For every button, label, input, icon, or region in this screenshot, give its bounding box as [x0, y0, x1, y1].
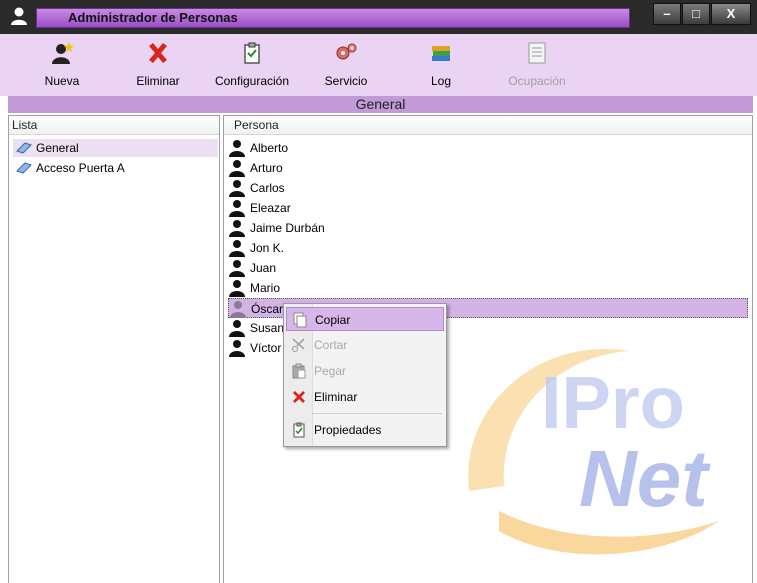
person-row-jaime-durban[interactable]: Jaime Durbán [228, 218, 748, 238]
person-icon [230, 301, 246, 318]
person-row-mario[interactable]: Mario [228, 278, 748, 298]
menu-item-pegar[interactable]: Pegar [286, 359, 444, 383]
person-name: Alberto [250, 141, 289, 155]
service-button[interactable]: Servicio [313, 34, 379, 96]
delete-button[interactable]: Eliminar [126, 34, 190, 96]
person-row-eleazar[interactable]: Eleazar [228, 198, 748, 218]
svg-text:IPro: IPro [541, 361, 685, 444]
person-name: Susan [250, 321, 285, 335]
title-bar: Administrador de Personas – □ X [0, 0, 757, 34]
person-icon [229, 280, 245, 297]
person-row-alberto[interactable]: Alberto [228, 138, 748, 158]
new-label: Nueva [44, 74, 80, 88]
toolbar: Nueva Eliminar Configuración Servicio Lo… [0, 34, 757, 96]
menu-item-eliminar[interactable]: Eliminar [286, 385, 444, 409]
person-row-carlos[interactable]: Carlos [228, 178, 748, 198]
occupancy-button[interactable]: Ocupación [500, 34, 574, 96]
menu-item-copiar[interactable]: Copiar [286, 307, 444, 331]
delete-x-icon [149, 43, 167, 63]
menu-item-propiedades[interactable]: Propiedades [286, 418, 444, 442]
persona-header[interactable]: Persona [224, 116, 752, 135]
configuration-icon [244, 42, 260, 64]
log-button[interactable]: Log [416, 34, 466, 96]
menu-item-cortar[interactable]: Cortar [286, 333, 444, 357]
person-icon [229, 180, 245, 197]
window-title: Administrador de Personas [68, 10, 238, 25]
person-icon [229, 340, 245, 357]
log-books-icon [432, 46, 450, 61]
close-button[interactable]: X [711, 3, 751, 25]
list-item-label: Acceso Puerta A [36, 161, 125, 175]
occupancy-label: Ocupación [508, 74, 566, 88]
menu-item-label: Propiedades [314, 423, 382, 437]
new-button[interactable]: Nueva [30, 34, 94, 96]
person-name: Mario [250, 281, 281, 295]
context-menu: Copiar Cortar Pegar Eliminar Propiedades [283, 303, 447, 447]
person-icon [11, 7, 27, 25]
lista-pane: Lista General Acceso Puerta A [8, 115, 220, 583]
person-name: Jaime Durbán [250, 221, 325, 235]
person-icon [229, 260, 245, 277]
person-name: Víctor [250, 341, 282, 355]
person-name: Arturo [250, 161, 283, 175]
person-row-juan[interactable]: Juan [228, 258, 748, 278]
list-item-label: General [36, 141, 79, 155]
person-name: Jon K. [250, 241, 285, 255]
new-person-icon [52, 42, 74, 64]
person-icon [229, 160, 245, 177]
book-icon [16, 162, 32, 174]
person-icon [229, 240, 245, 257]
occupancy-icon [528, 42, 546, 64]
person-row-jon-k[interactable]: Jon K. [228, 238, 748, 258]
person-name: Carlos [250, 181, 285, 195]
section-title: General [8, 96, 753, 113]
person-icon [229, 200, 245, 217]
list-item-acceso-puerta-a[interactable]: Acceso Puerta A [13, 159, 218, 177]
delete-label: Eliminar [136, 74, 180, 88]
svg-text:Net: Net [579, 434, 711, 523]
properties-icon [293, 422, 305, 438]
person-row-arturo[interactable]: Arturo [228, 158, 748, 178]
service-label: Servicio [324, 74, 368, 88]
person-icon [229, 320, 245, 337]
menu-item-label: Copiar [315, 313, 351, 327]
person-name: Eleazar [250, 201, 291, 215]
person-name: Juan [250, 261, 277, 275]
person-icon [229, 140, 245, 157]
service-gear-icon [336, 43, 357, 60]
person-icon [229, 220, 245, 237]
menu-item-label: Pegar [314, 364, 347, 378]
cut-icon [292, 338, 305, 352]
list-item-general[interactable]: General [13, 139, 218, 157]
menu-item-label: Cortar [314, 338, 348, 352]
maximize-button[interactable]: □ [682, 3, 710, 25]
menu-separator [312, 413, 442, 414]
delete-icon [293, 391, 305, 403]
minimize-button[interactable]: – [653, 3, 681, 25]
configuration-label: Configuración [214, 74, 290, 88]
menu-item-label: Eliminar [314, 390, 358, 404]
paste-icon [292, 363, 306, 379]
book-icon [16, 142, 32, 154]
copy-icon [293, 312, 307, 328]
configuration-button[interactable]: Configuración [205, 34, 299, 96]
log-label: Log [430, 74, 452, 88]
lista-header[interactable]: Lista [9, 116, 219, 135]
